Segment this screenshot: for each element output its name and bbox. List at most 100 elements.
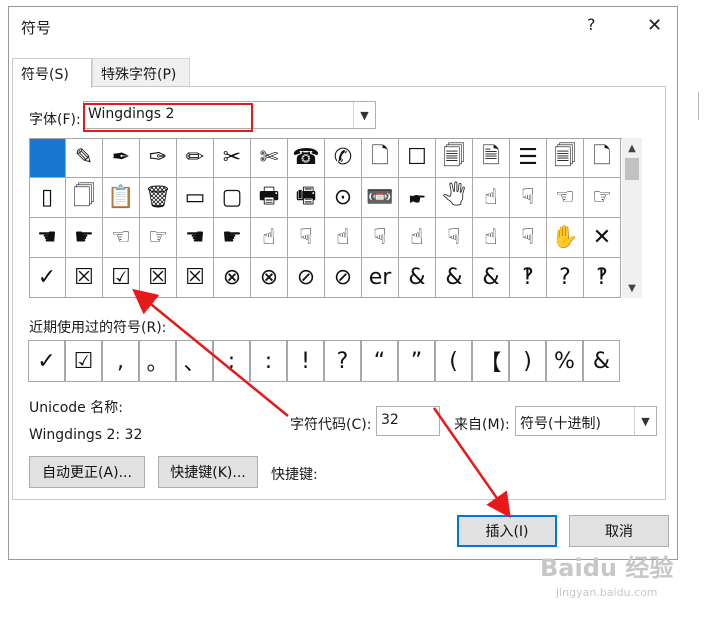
symbol-grid-cell[interactable]: ⊗ <box>214 258 251 298</box>
autocorrect-button[interactable]: 自动更正(A)... <box>29 456 145 488</box>
symbol-grid-cell[interactable]: ☐ <box>399 138 436 178</box>
scroll-down-icon[interactable]: ▼ <box>622 278 642 298</box>
symbol-grid-cell[interactable]: ‽ <box>584 258 621 298</box>
symbol-grid-cell[interactable]: ☚ <box>29 218 66 258</box>
recent-symbol-cell[interactable]: 。 <box>139 340 176 382</box>
recent-symbol-cell[interactable]: : <box>250 340 287 382</box>
symbol-grid-cell[interactable]: ☑ <box>103 258 140 298</box>
symbol-grid-cell[interactable]: 📼 <box>362 178 399 218</box>
symbol-grid-cell[interactable]: 🖑 <box>436 178 473 218</box>
symbol-grid-scrollbar[interactable]: ▲ ▼ <box>622 138 642 298</box>
symbol-grid-cell[interactable]: ✄ <box>251 138 288 178</box>
cancel-button[interactable]: 取消 <box>569 515 669 547</box>
recent-symbol-cell[interactable]: ) <box>509 340 546 382</box>
recent-symbol-cell[interactable]: % <box>546 340 583 382</box>
close-button[interactable]: ✕ <box>647 15 662 36</box>
symbol-grid-cell[interactable]: ☒ <box>177 258 214 298</box>
recent-symbol-cell[interactable]: & <box>583 340 620 382</box>
recent-symbol-cell[interactable]: ; <box>213 340 250 382</box>
recent-symbol-cell[interactable]: ? <box>324 340 361 382</box>
recent-symbol-cell[interactable]: ( <box>435 340 472 382</box>
tab-special-characters[interactable]: 特殊字符(P) <box>92 58 190 86</box>
recent-symbol-cell[interactable]: 【 <box>472 340 509 382</box>
symbol-grid-cell[interactable]: ☝ <box>251 218 288 258</box>
scroll-up-icon[interactable]: ▲ <box>622 138 642 158</box>
recent-symbols-row[interactable]: ✓ ☑,。、;:!? “”(【)% & <box>28 340 625 382</box>
symbol-grid-cell[interactable]: ☒ <box>66 258 103 298</box>
symbol-grid[interactable]: ✎ ✒ ✑ ✏ ✂ ✄ ☎ ✆ 🗋 ☐ 🗐 🗎 ☰ 🗐 🗋 ▯ 🗍 📋 🗑 ▭ ▢ 🖶 🖷 ⊙ 📼 🖝 🖑 ☝ ☟ ☜ ☞ ☚ ☛ ☜ ☞ ☚ ☛ ☝ ☟ ☝… <box>29 138 622 298</box>
symbol-grid-cell[interactable]: ▭ <box>177 178 214 218</box>
recent-symbol-cell[interactable]: ✓ <box>28 340 65 382</box>
symbol-grid-cell[interactable]: ✕ <box>584 218 621 258</box>
symbol-grid-cell[interactable]: ☚ <box>177 218 214 258</box>
recent-symbol-cell[interactable]: 、 <box>176 340 213 382</box>
shortcut-key-button[interactable]: 快捷键(K)... <box>158 456 258 488</box>
symbol-grid-cell[interactable]: ⊙ <box>325 178 362 218</box>
help-button[interactable]: ? <box>587 15 596 34</box>
symbol-grid-cell[interactable]: ☜ <box>547 178 584 218</box>
symbol-grid-cell[interactable]: ✆ <box>325 138 362 178</box>
from-select[interactable]: 符号(十进制) ▼ <box>515 406 657 436</box>
symbol-grid-cell[interactable]: ✑ <box>140 138 177 178</box>
symbol-grid-cell[interactable]: ▢ <box>214 178 251 218</box>
symbol-grid-cell[interactable]: ⊗ <box>251 258 288 298</box>
symbol-grid-cell[interactable]: ✎ <box>66 138 103 178</box>
symbol-grid-cell[interactable]: ☞ <box>140 218 177 258</box>
symbol-grid-cell[interactable]: ☞ <box>584 178 621 218</box>
symbol-grid-cell[interactable]: & <box>399 258 436 298</box>
insert-button[interactable]: 插入(I) <box>457 515 557 547</box>
symbol-grid-cell[interactable]: ✂ <box>214 138 251 178</box>
scrollbar-thumb[interactable] <box>625 158 639 180</box>
symbol-grid-cell[interactable]: ? <box>547 258 584 298</box>
symbol-grid-cell[interactable]: ☟ <box>436 218 473 258</box>
symbol-grid-cell[interactable]: ✒ <box>103 138 140 178</box>
symbol-grid-cell[interactable]: & <box>436 258 473 298</box>
recent-symbol-cell[interactable]: “ <box>361 340 398 382</box>
symbol-grid-cell[interactable]: ✓ <box>29 258 66 298</box>
symbol-grid-cell[interactable]: ☟ <box>288 218 325 258</box>
symbol-grid-cell[interactable]: ☟ <box>510 178 547 218</box>
symbol-grid-cell[interactable]: 🗎 <box>473 138 510 178</box>
symbol-grid-cell[interactable]: ☰ <box>510 138 547 178</box>
symbol-grid-cell[interactable]: ✏ <box>177 138 214 178</box>
symbol-grid-cell[interactable]: 🖶 <box>251 178 288 218</box>
char-code-input[interactable]: 32 <box>376 406 440 436</box>
symbol-grid-cell[interactable]: 🖝 <box>399 178 436 218</box>
symbol-grid-cell[interactable]: ☝ <box>473 178 510 218</box>
recent-symbol-cell[interactable]: , <box>102 340 139 382</box>
recent-symbol-cell[interactable]: ! <box>287 340 324 382</box>
symbol-grid-cell[interactable]: ☝ <box>399 218 436 258</box>
symbol-grid-cell[interactable]: ✋ <box>547 218 584 258</box>
symbol-grid-cell[interactable]: ‽ <box>510 258 547 298</box>
symbol-grid-cell[interactable]: ☟ <box>510 218 547 258</box>
symbol-grid-cell[interactable]: 🗑 <box>140 178 177 218</box>
chevron-down-icon[interactable]: ▼ <box>353 102 375 128</box>
symbol-grid-cell[interactable]: 🖷 <box>288 178 325 218</box>
symbol-grid-cell[interactable]: & <box>473 258 510 298</box>
symbol-grid-cell[interactable]: ☝ <box>325 218 362 258</box>
symbol-grid-cell[interactable]: 🗋 <box>362 138 399 178</box>
tab-symbols[interactable]: 符号(S) <box>12 58 92 88</box>
symbol-grid-cell[interactable]: ☟ <box>362 218 399 258</box>
symbol-grid-cell[interactable]: ☒ <box>140 258 177 298</box>
symbol-grid-cell[interactable]: 🗍 <box>66 178 103 218</box>
symbol-grid-cell[interactable]: ☛ <box>214 218 251 258</box>
symbol-grid-cell[interactable]: ☝ <box>473 218 510 258</box>
symbol-grid-cell[interactable]: 🗐 <box>547 138 584 178</box>
watermark-logo: Baidu 经验 <box>540 554 674 582</box>
symbol-grid-cell[interactable]: ⊘ <box>325 258 362 298</box>
symbol-grid-cell[interactable] <box>29 138 66 178</box>
symbol-grid-cell[interactable]: er <box>362 258 399 298</box>
symbol-grid-cell[interactable]: ⊘ <box>288 258 325 298</box>
chevron-down-icon[interactable]: ▼ <box>634 407 656 435</box>
symbol-grid-cell[interactable]: ▯ <box>29 178 66 218</box>
background-window-edge <box>698 92 704 120</box>
symbol-grid-cell[interactable]: 📋 <box>103 178 140 218</box>
symbol-grid-cell[interactable]: ☜ <box>103 218 140 258</box>
recent-symbol-cell[interactable]: ” <box>398 340 435 382</box>
symbol-grid-cell[interactable]: 🗋 <box>584 138 621 178</box>
recent-symbol-cell[interactable]: ☑ <box>65 340 102 382</box>
symbol-grid-cell[interactable]: ☎ <box>288 138 325 178</box>
symbol-grid-cell[interactable]: 🗐 <box>436 138 473 178</box>
symbol-grid-cell[interactable]: ☛ <box>66 218 103 258</box>
